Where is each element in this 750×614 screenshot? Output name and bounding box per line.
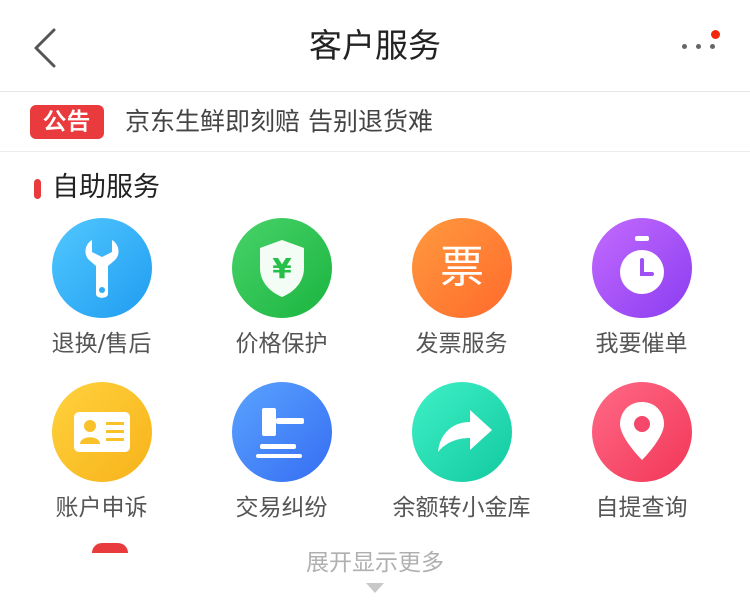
more-button[interactable]: [680, 30, 720, 56]
share-arrow-icon: [412, 382, 512, 482]
id-card-icon: [52, 382, 152, 482]
section-accent-bar: [34, 179, 41, 199]
service-item-return[interactable]: 退换/售后: [8, 218, 195, 378]
wrench-icon: [52, 218, 152, 318]
expand-more-button[interactable]: 展开显示更多: [0, 547, 750, 593]
location-pin-icon: [592, 382, 692, 482]
service-item-pickup-query[interactable]: 自提查询: [548, 382, 735, 542]
page-title: 客户服务: [309, 26, 441, 65]
service-label: 我要催单: [595, 331, 688, 357]
nav-bar: 客户服务: [0, 0, 750, 92]
gavel-icon: [232, 382, 332, 482]
service-item-balance-transfer[interactable]: 余额转小金库: [368, 382, 555, 542]
more-dot: [710, 44, 715, 49]
service-label: 账户申诉: [55, 495, 148, 521]
service-item-price-protect[interactable]: ¥ 价格保护: [188, 218, 375, 378]
triangle-down-icon: [366, 583, 384, 593]
shield-yuan-icon: ¥: [232, 218, 332, 318]
notice-bar[interactable]: 公告 京东生鲜即刻赔 告别退货难: [0, 92, 750, 152]
invoice-icon: 票: [412, 218, 512, 318]
service-label: 交易纠纷: [235, 495, 328, 521]
more-dots-icon: [682, 44, 687, 49]
notice-tag: 公告: [30, 105, 104, 139]
service-item-account-appeal[interactable]: 账户申诉: [8, 382, 195, 542]
svg-text:¥: ¥: [272, 252, 292, 285]
invoice-glyph: 票: [440, 242, 484, 293]
notification-badge: [711, 30, 720, 39]
section-title: 自助服务: [52, 172, 160, 203]
service-label: 自提查询: [595, 495, 688, 521]
notice-text[interactable]: 京东生鲜即刻赔 告别退货难: [125, 105, 433, 139]
service-item-dispute[interactable]: 交易纠纷: [188, 382, 375, 542]
stopwatch-icon: [592, 218, 692, 318]
service-label: 退换/售后: [51, 331, 152, 357]
service-label: 余额转小金库: [392, 495, 531, 521]
service-label: 价格保护: [235, 331, 328, 357]
service-item-invoice[interactable]: 票 发票服务: [368, 218, 555, 378]
more-dot: [696, 44, 701, 49]
service-item-urge-order[interactable]: 我要催单: [548, 218, 735, 378]
service-label: 发票服务: [415, 331, 508, 357]
expand-more-label: 展开显示更多: [306, 550, 444, 576]
